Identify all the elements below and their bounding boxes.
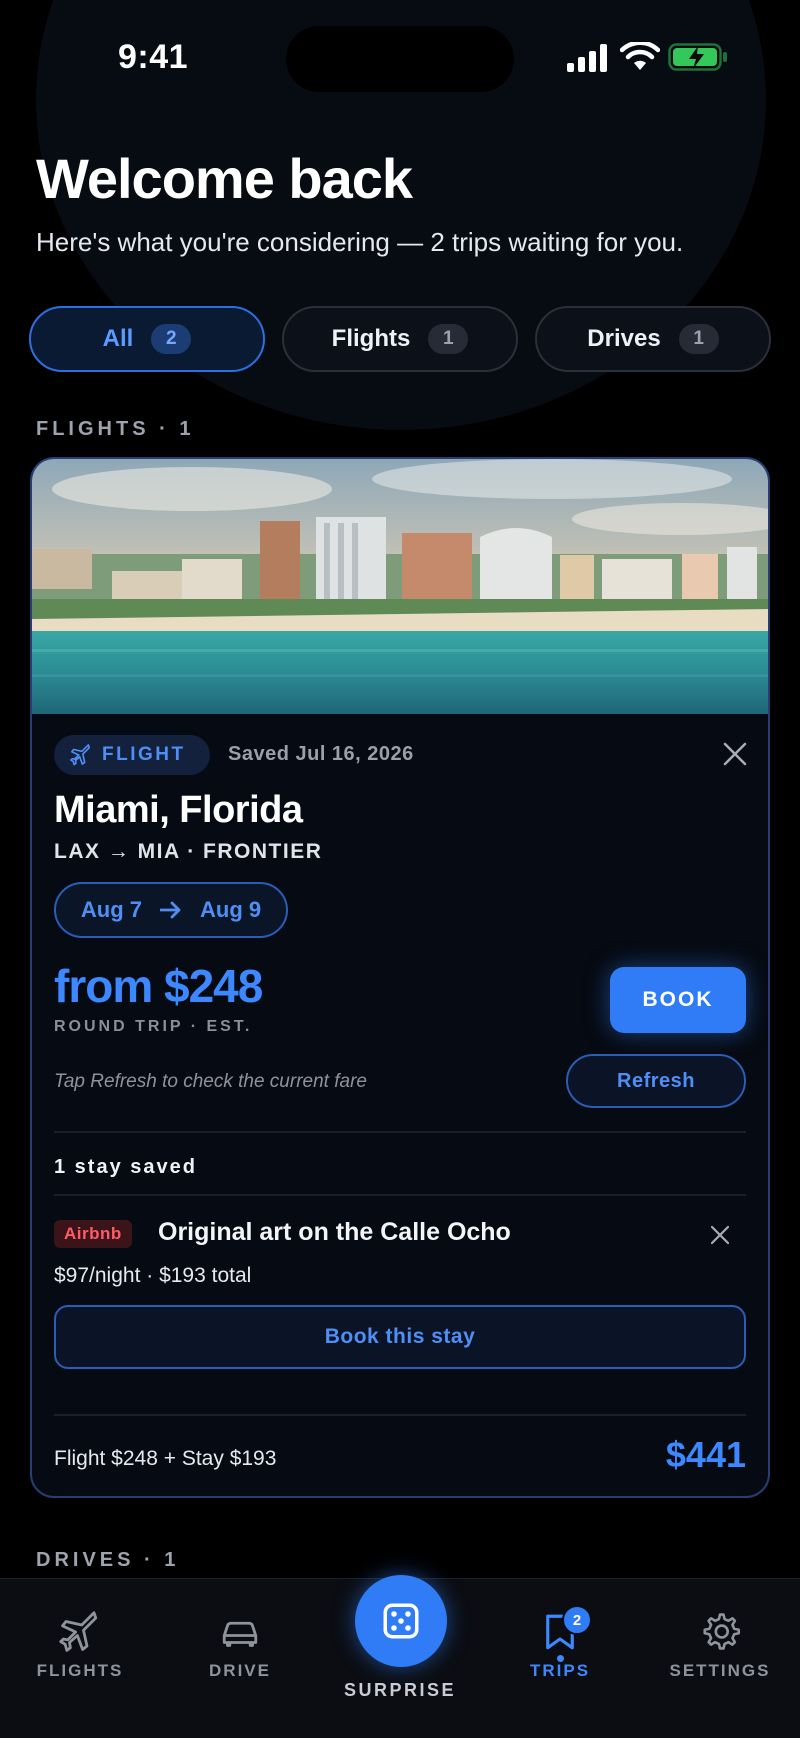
tab-label: FLIGHTS xyxy=(36,1661,124,1680)
divider xyxy=(54,1414,746,1416)
filter-chips: All 2 Flights 1 Drives 1 xyxy=(29,306,771,372)
price-qualifier: ROUND TRIP · EST. xyxy=(54,1018,253,1035)
status-time: 9:41 xyxy=(118,38,189,76)
page-title: Welcome back xyxy=(36,147,413,210)
trips-count-badge: 2 xyxy=(562,1605,592,1635)
total-breakdown: Flight $248 + Stay $193 xyxy=(54,1447,277,1470)
total-amount: $441 xyxy=(665,1434,746,1475)
book-stay-button[interactable]: Book this stay xyxy=(54,1305,746,1369)
tab-label: SETTINGS xyxy=(669,1661,771,1680)
airplane-icon xyxy=(59,1611,98,1652)
trip-dates-pill[interactable]: Aug 7 Aug 9 xyxy=(54,882,288,938)
filter-chip-drives[interactable]: Drives 1 xyxy=(535,306,771,372)
gear-icon xyxy=(703,1613,741,1650)
tab-trips[interactable]: TRIPS xyxy=(480,1579,640,1689)
stays-heading: 1 stay saved xyxy=(54,1156,197,1178)
tab-flights[interactable]: FLIGHTS xyxy=(0,1579,160,1689)
filter-chip-count: 1 xyxy=(428,324,469,354)
saved-date: Saved Jul 16, 2026 xyxy=(228,743,414,765)
flight-type-label: FLIGHT xyxy=(102,744,186,765)
divider xyxy=(54,1131,746,1133)
filter-chip-all[interactable]: All 2 xyxy=(29,306,265,372)
remove-trip-close-icon[interactable] xyxy=(720,739,750,769)
filter-chip-label: All xyxy=(102,325,134,352)
page-subtitle: Here's what you're considering — 2 trips… xyxy=(36,227,684,257)
dice-icon xyxy=(383,1603,419,1639)
filter-chip-flights[interactable]: Flights 1 xyxy=(282,306,518,372)
remove-stay-close-icon[interactable] xyxy=(708,1223,732,1247)
filter-chip-count: 2 xyxy=(151,324,192,354)
filter-chip-count: 1 xyxy=(678,324,719,354)
tab-settings[interactable]: SETTINGS xyxy=(640,1579,800,1689)
arrow-right-icon xyxy=(160,901,181,919)
flight-type-badge: FLIGHT xyxy=(54,735,210,775)
tab-drive[interactable]: DRIVE xyxy=(160,1579,320,1689)
stay-source-badge: Airbnb xyxy=(54,1220,132,1248)
status-bar: 9:41 xyxy=(0,0,800,110)
flight-trip-card: FLIGHT Saved Jul 16, 2026 Miami, Florida… xyxy=(30,457,770,1498)
section-label-flights: FLIGHTS · 1 xyxy=(36,418,195,440)
wifi-icon xyxy=(620,42,660,70)
divider xyxy=(54,1194,746,1196)
filter-chip-label: Drives xyxy=(587,325,661,352)
date-from: Aug 7 xyxy=(80,897,142,922)
tab-label: DRIVE xyxy=(209,1661,271,1680)
destination-photo xyxy=(32,459,768,714)
book-flight-button[interactable]: BOOK xyxy=(610,967,746,1033)
battery-charging-icon xyxy=(668,43,727,71)
section-label-drives: DRIVES · 1 xyxy=(36,1549,180,1571)
surprise-label: SURPRISE xyxy=(343,1680,457,1700)
active-tab-indicator xyxy=(557,1655,564,1662)
dynamic-island xyxy=(286,26,514,92)
refresh-hint: Tap Refresh to check the current fare xyxy=(54,1071,367,1092)
cellular-signal-icon xyxy=(567,44,607,72)
refresh-fare-button[interactable]: Refresh xyxy=(566,1054,746,1108)
bottom-tab-bar: FLIGHTS DRIVE SURPRISE TRIPS 2 SETTINGS xyxy=(0,1575,800,1738)
airplane-icon xyxy=(70,744,91,766)
stay-price: $97/night · $193 total xyxy=(54,1264,252,1287)
surprise-button[interactable] xyxy=(355,1575,447,1667)
destination-title: Miami, Florida xyxy=(54,789,303,831)
date-to: Aug 9 xyxy=(200,897,262,922)
filter-chip-label: Flights xyxy=(331,325,411,352)
car-icon xyxy=(222,1621,258,1647)
stay-title: Original art on the Calle Ocho xyxy=(158,1218,511,1246)
flight-route: LAX → MIA · FRONTIER xyxy=(54,840,323,863)
flight-price: from $248 xyxy=(54,960,263,1012)
tab-label: TRIPS xyxy=(529,1661,591,1680)
